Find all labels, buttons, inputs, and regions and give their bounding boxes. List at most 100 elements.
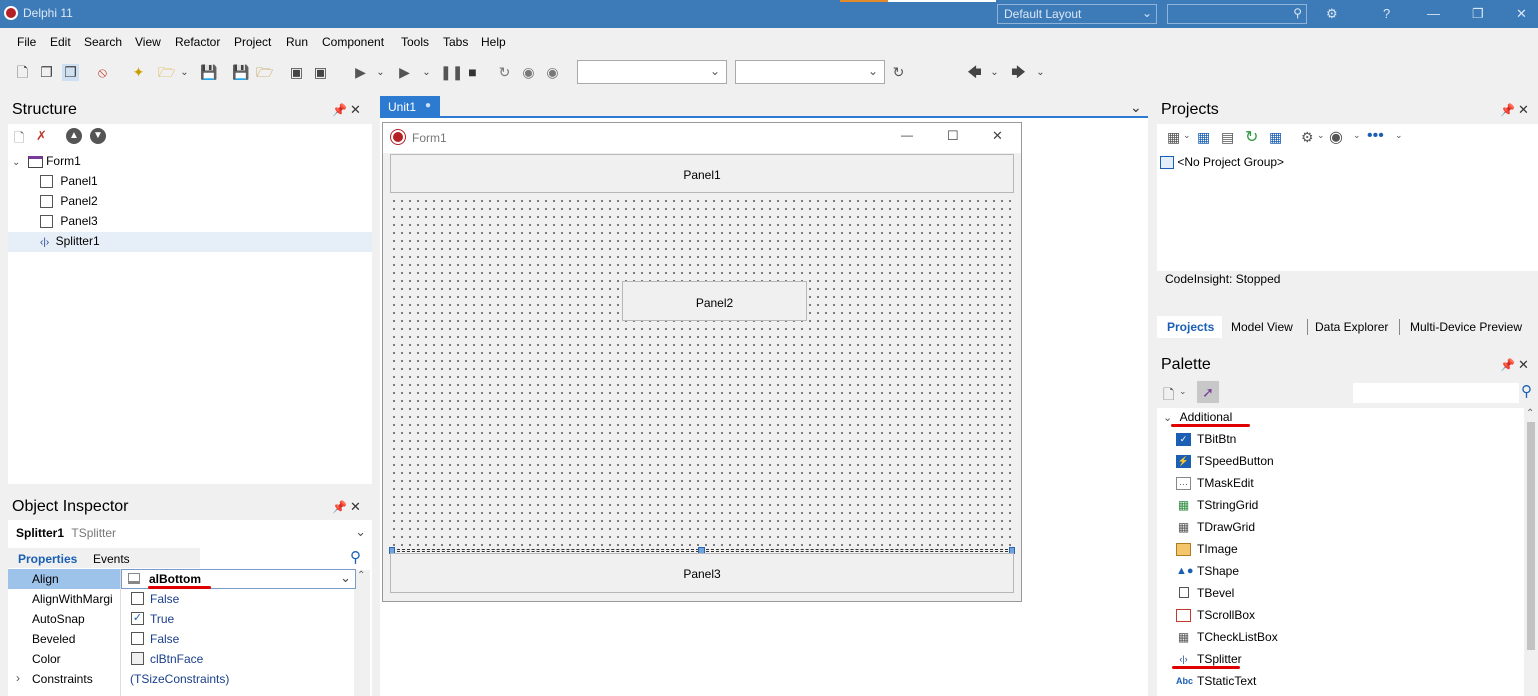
checkbox-checked[interactable]: ✓	[131, 612, 144, 625]
run-to-cursor-icon[interactable]: ◉	[544, 64, 561, 81]
palette-item-tstringgrid[interactable]: ▦ TStringGrid	[1176, 498, 1259, 512]
chevron-down-icon[interactable]: ⌄	[176, 64, 193, 81]
open-folder-icon[interactable]: 🗁	[158, 64, 175, 81]
step-over-icon[interactable]: ↻	[496, 64, 513, 81]
chevron-down-icon[interactable]: ⌄	[372, 64, 389, 81]
scroll-up-icon[interactable]: ⌃	[1526, 408, 1534, 419]
stop-icon[interactable]: ■	[464, 64, 481, 81]
project-options-icon[interactable]: ▦	[1167, 129, 1180, 146]
pause-icon[interactable]: ❚❚	[440, 64, 463, 81]
tab-projects[interactable]: Projects	[1167, 320, 1214, 334]
menu-tools[interactable]: Tools	[401, 35, 429, 49]
toggle-form-unit-icon[interactable]: ▣	[288, 64, 305, 81]
close-button[interactable]: ✕	[1516, 6, 1527, 22]
menu-view[interactable]: View	[135, 35, 161, 49]
menu-search[interactable]: Search	[84, 35, 122, 49]
more-icon[interactable]: •••	[1367, 127, 1384, 145]
palette-item-tbevel[interactable]: TBevel	[1176, 586, 1234, 600]
chevron-down-icon[interactable]: ⌄	[1179, 386, 1187, 397]
run-without-debug-icon[interactable]: ▶	[396, 64, 413, 81]
scroll-thumb[interactable]	[1527, 422, 1535, 650]
palette-item-tscrollbox[interactable]: TScrollBox	[1176, 608, 1255, 623]
user-icon[interactable]: ⚙	[1326, 6, 1338, 22]
chevron-down-icon[interactable]: ⌄	[986, 64, 1003, 81]
pin-icon[interactable]: 📌	[1500, 103, 1515, 117]
search-icon[interactable]: ⚲	[350, 548, 361, 566]
panel3[interactable]: Panel3	[390, 553, 1014, 593]
search-icon[interactable]: ⚲	[1521, 382, 1532, 400]
palette-category-additional[interactable]: ⌄ Additional	[1163, 410, 1232, 424]
chevron-down-icon[interactable]: ⌄	[1032, 64, 1049, 81]
settings-icon[interactable]: ⚙	[1301, 129, 1314, 146]
save-icon[interactable]: 💾	[200, 64, 217, 81]
chevron-down-icon[interactable]: ⌄	[1317, 130, 1325, 141]
tab-unit1[interactable]: Unit1 ●	[380, 96, 440, 118]
pin-icon[interactable]: 📌	[332, 103, 347, 117]
tree-node-splitter1[interactable]: ‹|› Splitter1	[40, 234, 100, 248]
build-icon[interactable]: ▦	[1269, 129, 1282, 146]
palette-item-tchecklistbox[interactable]: ▦ TCheckListBox	[1176, 630, 1278, 644]
platform-combo[interactable]: ⌄	[577, 60, 727, 84]
delete-icon[interactable]: ✗	[36, 128, 47, 144]
menu-tabs[interactable]: Tabs	[443, 35, 468, 49]
chevron-down-icon[interactable]: ⌄	[1130, 99, 1142, 116]
pin-icon[interactable]: 📌	[332, 500, 347, 514]
tree-node-panel1[interactable]: Panel1	[40, 174, 98, 189]
move-down-icon[interactable]: ▼	[90, 128, 106, 144]
menu-run[interactable]: Run	[286, 35, 308, 49]
tab-multi-device-preview[interactable]: Multi-Device Preview	[1410, 320, 1522, 334]
menu-help[interactable]: Help	[481, 35, 506, 49]
restore-button[interactable]: ❐	[1472, 6, 1484, 22]
refresh-icon[interactable]: ↻	[890, 64, 907, 81]
run-icon[interactable]: ▶	[352, 64, 369, 81]
project-group-item[interactable]: <No Project Group>	[1160, 155, 1284, 170]
close-icon[interactable]: ✕	[350, 499, 361, 515]
menu-component[interactable]: Component	[322, 35, 384, 49]
open-project-icon[interactable]: 🗁	[256, 64, 273, 81]
move-up-icon[interactable]: ▲	[66, 128, 82, 144]
property-row-autosnap[interactable]: AutoSnap ✓ True	[8, 609, 356, 629]
property-row-beveled[interactable]: Beveled False	[8, 629, 356, 649]
menu-project[interactable]: Project	[234, 35, 271, 49]
checkbox[interactable]	[131, 592, 144, 605]
add-project-icon[interactable]: ▦	[1197, 129, 1210, 146]
save-as-icon[interactable]: 💾	[232, 64, 249, 81]
tab-model-view[interactable]: Model View	[1231, 320, 1293, 334]
property-row-alignwithmargins[interactable]: AlignWithMargi False	[8, 589, 356, 609]
scrollbar[interactable]: ⌃	[354, 570, 370, 696]
minimize-button[interactable]: —	[1427, 6, 1440, 21]
palette-item-tstatictext[interactable]: Abc TStaticText	[1176, 674, 1256, 688]
menu-refactor[interactable]: Refactor	[175, 35, 220, 49]
palette-item-tbitbtn[interactable]: ✓ TBitBtn	[1176, 432, 1236, 447]
back-arrow-icon[interactable]: 🡄	[966, 64, 983, 81]
trace-into-icon[interactable]: ◉	[520, 64, 537, 81]
object-selector[interactable]: Splitter1 TSplitter	[16, 526, 116, 540]
panel2[interactable]: Panel2	[622, 281, 807, 321]
target-icon[interactable]: ◉	[1329, 127, 1343, 147]
open-icon[interactable]: ❐	[38, 64, 55, 81]
new-icon[interactable]: ✦	[130, 64, 147, 81]
new-items-icon[interactable]: 🗋	[14, 64, 31, 81]
view-icon[interactable]: ▤	[1221, 129, 1234, 146]
palette-item-tshape[interactable]: ▲● TShape	[1176, 564, 1239, 578]
tab-events[interactable]: Events	[93, 552, 130, 566]
expand-icon[interactable]: ›	[16, 671, 20, 685]
tab-properties[interactable]: Properties	[18, 552, 77, 566]
remove-icon[interactable]: ⦸	[94, 64, 111, 81]
tree-node-panel2[interactable]: Panel2	[40, 194, 98, 209]
ide-search-input[interactable]: ⚲	[1167, 4, 1307, 24]
palette-item-tspeedbutton[interactable]: ⚡ TSpeedButton	[1176, 454, 1274, 469]
tree-node-form1[interactable]: ⌄ Form1	[12, 154, 81, 168]
chevron-down-icon[interactable]: ⌄	[1183, 130, 1191, 141]
config-combo[interactable]: ⌄	[735, 60, 885, 84]
sync-icon[interactable]: ↻	[1245, 127, 1258, 147]
scroll-up-icon[interactable]: ⌃	[357, 570, 365, 581]
palette-scrollbar[interactable]: ⌃	[1524, 408, 1538, 696]
layout-dropdown[interactable]: Default Layout ⌄	[997, 4, 1157, 24]
menu-edit[interactable]: Edit	[50, 35, 71, 49]
chevron-down-icon[interactable]: ⌄	[1353, 130, 1361, 141]
view-form-icon[interactable]: ▣	[312, 64, 329, 81]
chevron-down-icon[interactable]: ⌄	[1395, 130, 1403, 141]
palette-item-tdrawgrid[interactable]: ▦ TDrawGrid	[1176, 520, 1255, 534]
palette-item-tsplitter[interactable]: ‹|› TSplitter	[1176, 652, 1241, 666]
